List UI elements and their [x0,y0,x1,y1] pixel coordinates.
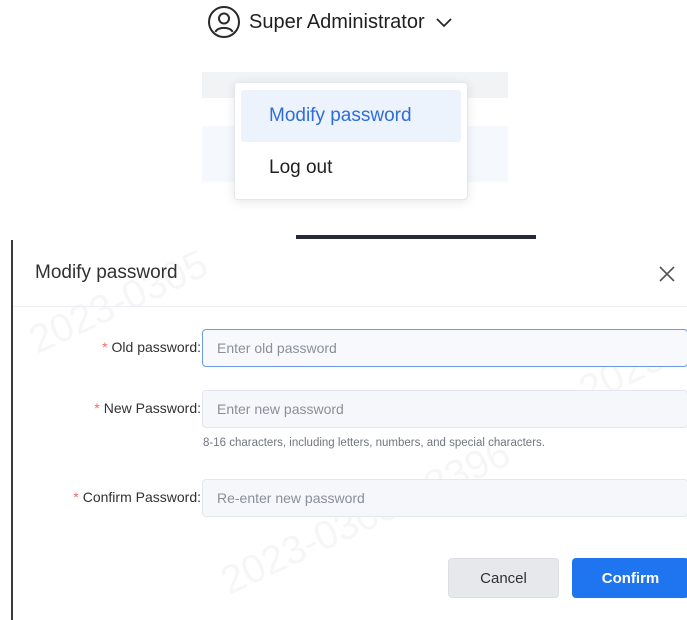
dialog-header: Modify password [13,240,687,307]
old-password-input[interactable] [202,329,687,367]
dialog-title: Modify password [35,262,178,283]
user-dropdown-menu: Modify password Log out [234,82,468,200]
required-mark: * [73,489,79,505]
old-password-row: * Old password: [13,329,687,369]
new-password-label: * New Password: [94,400,201,416]
modify-password-dialog: 2023-0305 13396 2023-0305 2023-0305 Modi… [11,240,687,620]
chevron-down-icon [436,18,452,28]
background-divider [296,235,536,239]
new-password-row: * New Password: 8-16 characters, includin… [13,390,687,449]
confirm-password-label: * Confirm Password: [73,489,201,505]
cancel-button[interactable]: Cancel [448,558,559,598]
old-password-label: * Old password: [102,339,201,355]
user-name: Super Administrator [249,10,425,33]
confirm-password-input[interactable] [202,479,687,517]
menu-item-log-out[interactable]: Log out [241,142,461,194]
confirm-button[interactable]: Confirm [572,558,687,598]
required-mark: * [102,339,108,355]
user-menu-trigger[interactable]: Super Administrator [207,4,453,40]
user-circle-icon [208,6,240,38]
new-password-input[interactable] [202,390,687,428]
close-icon[interactable] [658,265,676,283]
menu-item-modify-password[interactable]: Modify password [241,90,461,142]
confirm-password-row: * Confirm Password: [13,479,687,519]
required-mark: * [94,400,100,416]
password-hint: 8-16 characters, including letters, numb… [203,437,545,449]
